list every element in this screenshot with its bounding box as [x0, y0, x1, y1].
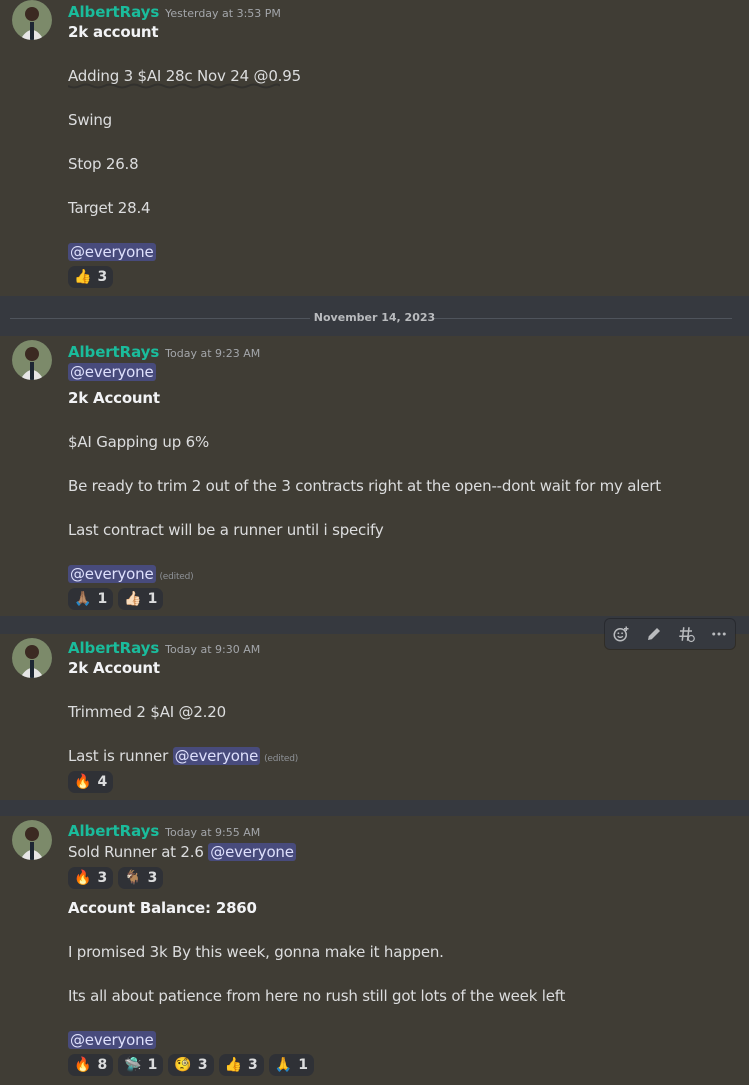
message-2: AlbertRays Today at 9:23 AM @everyone 2k … — [0, 336, 749, 616]
message-line: Stop 26.8 — [68, 155, 139, 173]
message-line: Account Balance: 2860 — [68, 899, 257, 917]
reaction-folded-hands[interactable]: 🙏 1 — [268, 1054, 314, 1076]
message-line: 2k Account — [68, 659, 160, 677]
message-line: 2k account — [68, 23, 159, 41]
reaction-thumbs-up[interactable]: 👍 3 — [68, 266, 114, 288]
mention-everyone[interactable]: @everyone — [68, 363, 156, 381]
goat-icon: 🐐 — [124, 870, 142, 886]
mention-everyone[interactable]: @everyone — [68, 1031, 156, 1049]
edit-icon[interactable] — [643, 623, 665, 645]
message-4: AlbertRays Today at 9:55 AM Sold Runner a… — [0, 816, 749, 1085]
reaction-count: 3 — [248, 1057, 258, 1073]
message-1: AlbertRays Yesterday at 3:53 PM 2k accoun… — [0, 0, 749, 296]
fire-icon: 🔥 — [74, 870, 92, 886]
reaction-count: 1 — [97, 591, 108, 607]
reaction-count: 4 — [97, 774, 108, 790]
message-line: Sold Runner at 2.6 — [68, 843, 204, 861]
fire-icon: 🔥 — [74, 774, 92, 790]
custom-emoji-icon: 🛸 — [124, 1057, 142, 1073]
reaction-thumbs-up[interactable]: 👍 3 — [218, 1054, 264, 1076]
create-thread-icon[interactable] — [675, 623, 697, 645]
avatar[interactable] — [12, 340, 52, 380]
message-line: Last is runner — [68, 747, 169, 765]
message-line: Swing — [68, 111, 112, 129]
author-name[interactable]: AlbertRays — [68, 639, 159, 657]
timestamp[interactable]: Today at 9:55 AM — [165, 826, 260, 839]
message-line: Its all about patience from here no rush… — [68, 987, 566, 1005]
face-monocle-icon: 🧐 — [174, 1057, 192, 1073]
timestamp[interactable]: Today at 9:23 AM — [165, 347, 260, 360]
reaction-fire[interactable]: 🔥 8 — [68, 1054, 114, 1076]
thumbs-up-icon: 👍🏻 — [124, 591, 142, 607]
reaction-goat[interactable]: 🐐 3 — [118, 867, 164, 889]
edited-label: (edited) — [159, 572, 194, 582]
reaction-fire[interactable]: 🔥 3 — [68, 867, 114, 889]
reaction-count: 3 — [97, 269, 108, 285]
message-line: Last contract will be a runner until i s… — [68, 521, 384, 539]
add-reaction-icon[interactable] — [610, 623, 632, 645]
thumbs-up-icon: 👍 — [74, 269, 92, 285]
author-name[interactable]: AlbertRays — [68, 343, 159, 361]
timestamp[interactable]: Yesterday at 3:53 PM — [165, 7, 281, 20]
text-underline-decoration — [68, 83, 280, 89]
date-divider: November 14, 2023 — [0, 296, 749, 336]
reaction-fire[interactable]: 🔥 4 — [68, 771, 114, 793]
reaction-count: 1 — [298, 1057, 308, 1073]
mention-everyone[interactable]: @everyone — [68, 243, 156, 261]
reaction-thumbs-up[interactable]: 👍🏻 1 — [118, 588, 164, 610]
folded-hands-icon: 🙏 — [274, 1057, 293, 1073]
author-name[interactable]: AlbertRays — [68, 3, 159, 21]
fire-icon: 🔥 — [74, 1057, 92, 1073]
timestamp[interactable]: Today at 9:30 AM — [165, 643, 260, 656]
mention-everyone[interactable]: @everyone — [172, 747, 261, 765]
author-name[interactable]: AlbertRays — [68, 822, 159, 840]
message-line: 2k Account — [68, 389, 160, 407]
message-line: Target 28.4 — [68, 199, 151, 217]
reaction-custom[interactable]: 🛸 1 — [118, 1054, 164, 1076]
date-divider-label: November 14, 2023 — [313, 311, 436, 324]
mention-everyone[interactable]: @everyone — [208, 843, 296, 861]
message-line: I promised 3k By this week, gonna make i… — [68, 943, 444, 961]
folded-hands-icon: 🙏🏽 — [74, 591, 92, 607]
avatar[interactable] — [12, 0, 52, 40]
reaction-count: 1 — [147, 1057, 158, 1073]
reaction-count: 3 — [147, 870, 158, 886]
avatar[interactable] — [12, 820, 52, 860]
reaction-count: 1 — [147, 591, 158, 607]
reaction-count: 8 — [97, 1057, 108, 1073]
edited-label: (edited) — [264, 754, 299, 764]
reaction-folded-hands[interactable]: 🙏🏽 1 — [68, 588, 114, 610]
message-line: $AI Gapping up 6% — [68, 433, 210, 451]
message-line: Trimmed 2 $AI @2.20 — [68, 703, 226, 721]
thumbs-up-icon: 👍 — [224, 1057, 242, 1073]
reaction-face-monocle[interactable]: 🧐 3 — [168, 1054, 214, 1076]
more-icon[interactable] — [708, 623, 730, 645]
reaction-count: 3 — [197, 1057, 208, 1073]
reaction-count: 3 — [97, 870, 108, 886]
mention-everyone[interactable]: @everyone — [68, 565, 156, 583]
message-3: AlbertRays Today at 9:30 AM 2k Account Tr… — [0, 634, 749, 800]
message-action-toolbar — [605, 619, 735, 649]
message-line: Be ready to trim 2 out of the 3 contract… — [68, 477, 661, 495]
avatar[interactable] — [12, 638, 52, 678]
